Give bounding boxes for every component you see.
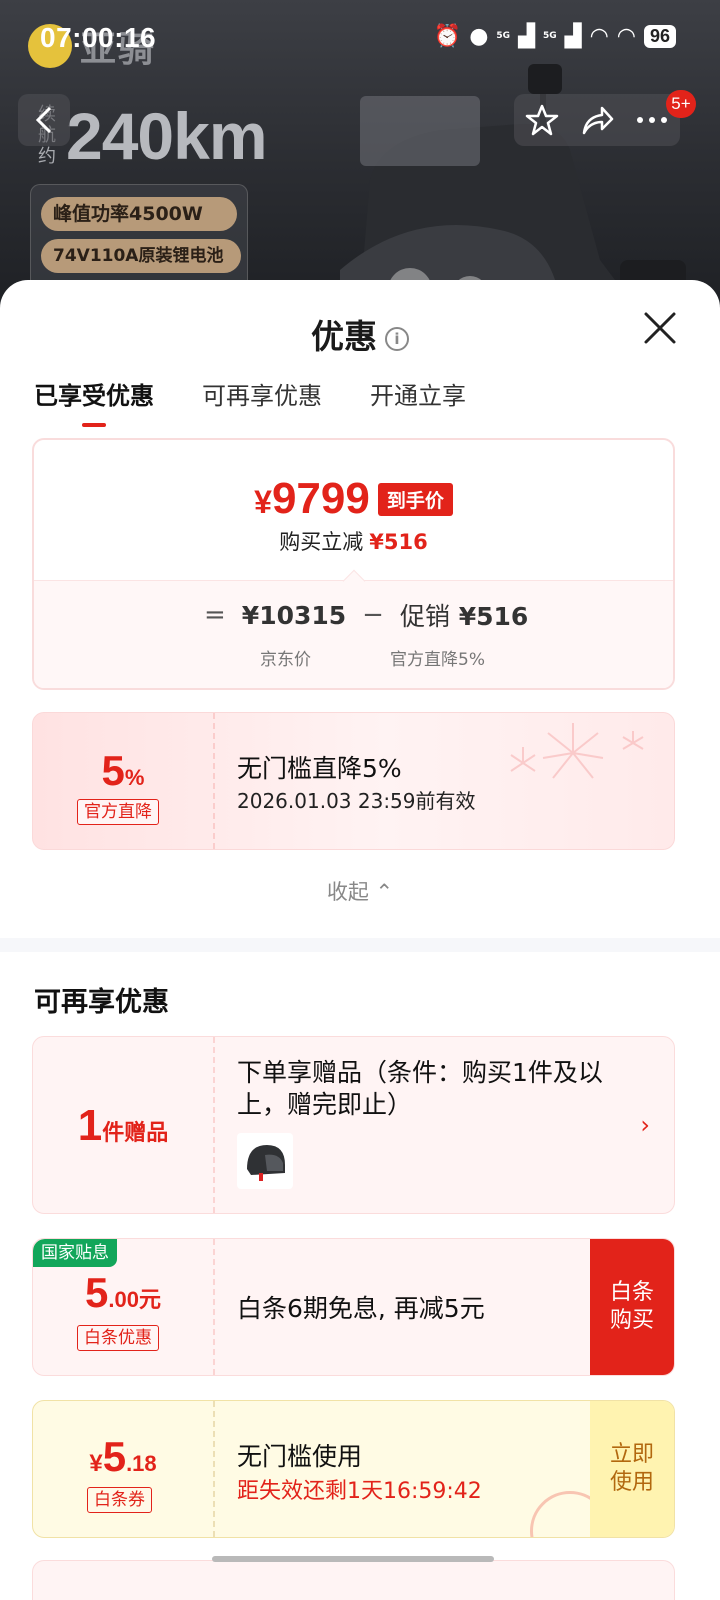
official-discount-card: 5% 官方直降 无门槛直降5% 2026.01.03 23:59前有效 <box>32 712 675 850</box>
spec-battery: 74V110A原装锂电池 <box>41 239 241 273</box>
baitiao-value: 5.00元 <box>85 1269 161 1316</box>
range-value: 240km <box>66 99 268 173</box>
sheet-title: 优惠 <box>311 317 377 356</box>
discount-sheet: 优惠 i 已享受优惠 可再享优惠 开通立享 ¥9799 到手价 购买立减 ¥516 =… <box>0 280 720 1600</box>
equals-sign: = <box>204 600 226 630</box>
collapse-button[interactable]: 收起 ⌃ <box>0 876 720 906</box>
status-time: 07:00:16 <box>40 22 157 53</box>
more-icon <box>637 117 668 123</box>
promo-amount: ¥516 <box>458 602 529 631</box>
spec-power: 峰值功率4500W <box>41 197 237 231</box>
star-icon <box>525 104 558 136</box>
sheet-header: 优惠 i <box>0 310 720 358</box>
top-actions <box>514 94 680 146</box>
signal-5g-icon-2: 5G <box>542 31 557 41</box>
tab-more[interactable]: 可再享优惠 <box>202 376 322 427</box>
baitiao-title: 白条6期免息, 再减5元 <box>237 1294 485 1323</box>
final-price-row: ¥9799 到手价 <box>34 474 673 524</box>
back-button[interactable] <box>18 94 70 146</box>
discount-tabs: 已享受优惠 可再享优惠 开通立享 <box>34 376 466 427</box>
baitiao-coupon-card: ¥5.18 白条券 无门槛使用 距失效还剩1天16:59:42 立即 使用 <box>32 1400 675 1538</box>
gift-offer-card[interactable]: 1件赠品 下单享赠品（条件：购买1件及以上，赠完即止） › <box>32 1036 675 1214</box>
gift-title: 下单享赠品（条件：购买1件及以上，赠完即止） <box>237 1058 603 1119</box>
location-icon: ● <box>469 24 489 49</box>
status-bar: 07:00:16 ⏰ ● 5G ▟ 5G ▟ ◠ ◠ 96 <box>0 0 720 80</box>
final-price-tag: 到手价 <box>377 482 453 516</box>
favorite-button[interactable] <box>522 100 562 140</box>
signal-5g-icon: 5G <box>496 31 511 41</box>
coupon-countdown: 距失效还剩1天16:59:42 <box>237 1479 482 1504</box>
baitiao-buy-label: 白条 购买 <box>609 1280 654 1333</box>
discount-tag: 官方直降 <box>77 799 159 825</box>
section-separator <box>0 938 720 952</box>
saving-label: 购买立减 <box>279 530 364 554</box>
final-price: ¥9799 <box>254 474 370 523</box>
price-formula: = ¥10315 − 促销 ¥516 <box>204 597 528 633</box>
signal-bars-icon: ▟ <box>518 24 535 49</box>
baitiao-buy-button[interactable]: 白条 购买 <box>590 1239 674 1375</box>
close-icon[interactable] <box>640 308 680 348</box>
section-title: 可再享优惠 <box>34 987 169 1018</box>
coupon-divider <box>213 1401 215 1537</box>
wifi-icon-2: ◠ <box>616 24 636 49</box>
promo-sub-label: 官方直降5% <box>390 650 485 670</box>
use-now-button[interactable]: 立即 使用 <box>590 1401 674 1537</box>
minus-sign: − <box>362 600 384 630</box>
coupon-title: 无门槛使用 <box>237 1442 363 1471</box>
subsidy-flag: 国家贴息 <box>33 1239 117 1267</box>
baitiao-offer-card: 5.00元 白条优惠 国家贴息 白条6期免息, 再减5元 白条 购买 <box>32 1238 675 1376</box>
price-breakdown-card: ¥9799 到手价 购买立减 ¥516 = ¥10315 − 促销 ¥516 京东价… <box>32 438 675 690</box>
chevron-right-icon[interactable]: › <box>640 1111 650 1139</box>
helmet-icon <box>247 1145 285 1181</box>
battery-indicator: 96 <box>643 25 676 48</box>
back-icon <box>35 106 52 134</box>
use-now-label: 立即 使用 <box>609 1442 654 1495</box>
next-offer-card <box>32 1560 675 1600</box>
share-icon <box>582 106 614 135</box>
instant-saving: 购买立减 ¥516 <box>34 526 673 556</box>
gift-count: 1件赠品 <box>77 1101 169 1150</box>
share-button[interactable] <box>577 100 617 140</box>
signal-bars-icon-2: ▟ <box>564 24 582 49</box>
discount-value: 5% <box>101 747 145 794</box>
spec-box: 峰值功率4500W 74V110A原装锂电池 <box>30 184 248 290</box>
jd-price-label: 京东价 <box>260 650 311 670</box>
promo-label: 促销 <box>399 602 450 631</box>
coupon-divider <box>213 1037 215 1213</box>
status-icons: ⏰ ● 5G ▟ 5G ▟ ◠ ◠ 96 <box>434 24 676 49</box>
coupon-tag: 白条券 <box>87 1487 152 1513</box>
discount-title: 无门槛直降5% <box>237 754 402 783</box>
discount-validity: 2026.01.03 23:59前有效 <box>237 789 476 813</box>
alarm-icon: ⏰ <box>433 24 462 49</box>
jd-price: ¥10315 <box>241 600 347 630</box>
coupon-divider <box>213 713 215 849</box>
message-badge: 5+ <box>666 90 696 118</box>
tab-open[interactable]: 开通立享 <box>370 376 466 427</box>
wifi-icon: ◠ <box>589 24 609 49</box>
baitiao-tag: 白条优惠 <box>77 1325 159 1351</box>
home-indicator[interactable] <box>212 1556 494 1562</box>
saving-amount: ¥516 <box>369 530 428 554</box>
coupon-value: ¥5.18 <box>89 1433 157 1480</box>
info-icon[interactable]: i <box>385 326 409 351</box>
helmet-thumbnail[interactable] <box>237 1133 293 1189</box>
coupon-divider <box>213 1239 215 1375</box>
tab-enjoyed[interactable]: 已享受优惠 <box>34 376 154 427</box>
